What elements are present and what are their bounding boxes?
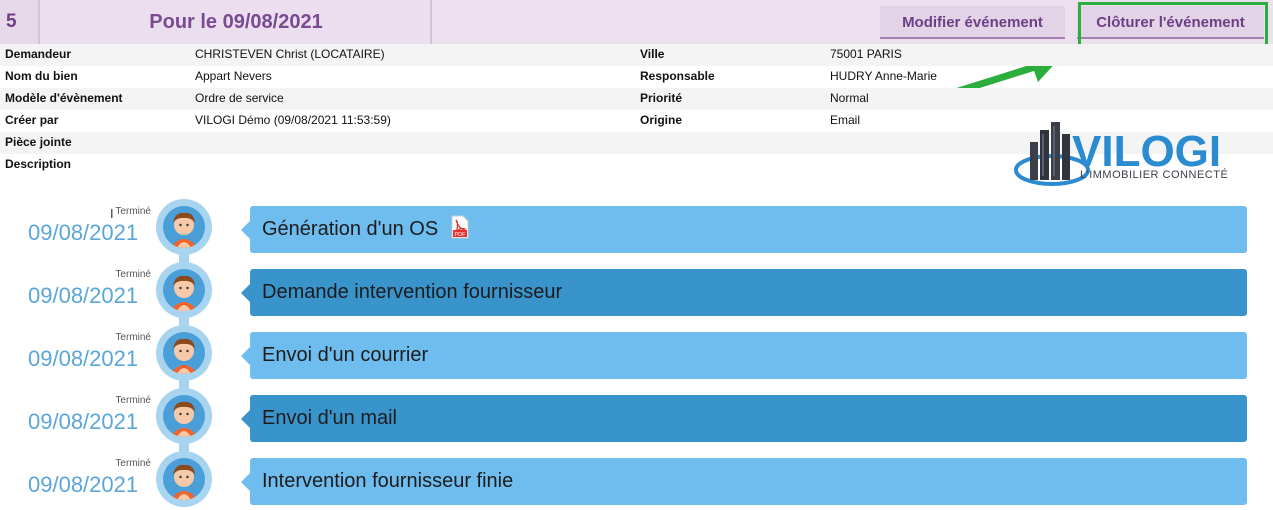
info-label: Modèle d'évènement — [5, 91, 123, 105]
timeline-card-title: Génération d'un OS — [262, 218, 439, 240]
svg-text:PDF: PDF — [454, 232, 466, 238]
info-row: Modèle d'évènement Ordre de service Prio… — [0, 88, 1273, 110]
info-value: Ordre de service — [195, 91, 284, 105]
highlight-box — [1078, 2, 1268, 50]
info-label: Pièce jointe — [5, 135, 72, 149]
timeline-date: 09/08/2021 — [28, 472, 139, 497]
timeline-status: Terminé — [115, 458, 151, 469]
timeline-item: Terminé 09/08/2021 Demande intervention … — [0, 262, 1273, 321]
timeline-card-supplier-request[interactable]: Demande intervention fournisseur — [241, 269, 1247, 316]
timeline-card-mail[interactable]: Envoi d'un mail — [241, 395, 1247, 442]
info-value: HUDRY Anne-Marie — [830, 69, 937, 83]
timeline-status: Terminé — [115, 206, 151, 217]
info-label: Créer par — [5, 113, 59, 127]
info-label: Demandeur — [5, 47, 72, 61]
timeline-item: Terminé 09/08/2021 Envoi d'un mail — [0, 388, 1273, 447]
edit-event-button[interactable]: Modifier événement — [880, 6, 1065, 39]
info-value: Normal — [830, 91, 869, 105]
user-avatar-icon — [163, 206, 205, 248]
timeline-item: Terminé 09/08/2021 Génération d'un OS PD… — [0, 199, 1273, 258]
timeline-item: Terminé 09/08/2021 Intervention fourniss… — [0, 451, 1273, 510]
user-avatar-icon — [163, 332, 205, 374]
timeline-card-supplier-done[interactable]: Intervention fournisseur finie — [241, 458, 1247, 505]
info-label: Nom du bien — [5, 69, 78, 83]
info-label: Priorité — [640, 91, 683, 105]
timeline-card-title: Demande intervention fournisseur — [262, 281, 563, 303]
timeline-date: 09/08/2021 — [28, 220, 139, 245]
info-label: Responsable — [640, 69, 715, 83]
timeline-status: Terminé — [115, 269, 151, 280]
user-avatar-icon — [163, 395, 205, 437]
avatar — [156, 199, 212, 255]
user-avatar-icon — [163, 458, 205, 500]
timeline-status: Terminé — [115, 395, 151, 406]
info-value: Email — [830, 113, 861, 127]
info-row: Nom du bien Appart Nevers Responsable HU… — [0, 66, 1273, 88]
timeline-item: Terminé 09/08/2021 Envoi d'un courrier — [0, 325, 1273, 384]
pdf-icon[interactable]: PDF — [450, 215, 470, 239]
info-value: Appart Nevers — [195, 69, 272, 83]
timeline-status: Terminé — [115, 332, 151, 343]
info-label: Description — [5, 157, 72, 171]
timeline-card-title: Envoi d'un mail — [262, 407, 397, 429]
timeline-card-letter[interactable]: Envoi d'un courrier — [241, 332, 1247, 379]
info-label: Origine — [640, 113, 683, 127]
info-value: CHRISTEVEN Christ (LOCATAIRE) — [195, 47, 385, 61]
timeline-card-os[interactable]: Génération d'un OS PDF — [241, 206, 1247, 253]
timeline-date: 09/08/2021 — [28, 409, 139, 434]
timeline-date: 09/08/2021 — [28, 346, 139, 371]
avatar — [156, 325, 212, 381]
vilogi-logo: VILOGI L'IMMOBILIER CONNECTÉ — [1012, 120, 1244, 192]
logo-tagline: L'IMMOBILIER CONNECTÉ — [1080, 168, 1228, 181]
event-number: 5 — [0, 0, 40, 44]
info-value: 75001 PARIS — [830, 47, 902, 61]
timeline-card-title: Intervention fournisseur finie — [262, 470, 514, 492]
info-label: Ville — [640, 47, 665, 61]
logo-graphic-icon: VILOGI L'IMMOBILIER CONNECTÉ — [1014, 122, 1228, 186]
info-value: VILOGI Démo (09/08/2021 11:53:59) — [195, 113, 391, 127]
avatar — [156, 451, 212, 507]
timeline-card-title: Envoi d'un courrier — [262, 344, 429, 366]
user-avatar-icon — [163, 269, 205, 311]
timeline-date: 09/08/2021 — [28, 283, 139, 308]
avatar — [156, 262, 212, 318]
info-row: Demandeur CHRISTEVEN Christ (LOCATAIRE) … — [0, 44, 1273, 66]
avatar — [156, 388, 212, 444]
event-title: Pour le 09/08/2021 — [42, 0, 432, 44]
